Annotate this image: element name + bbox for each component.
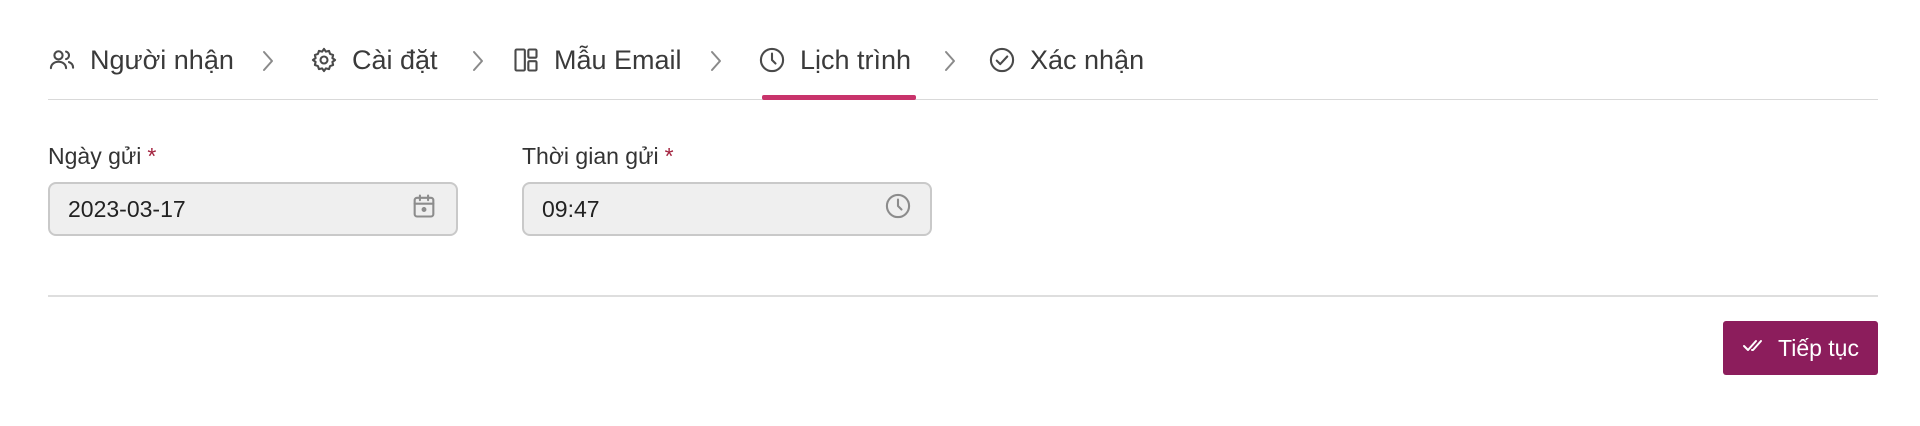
send-date-field: Ngày gửi * 2023-03-17	[48, 140, 458, 236]
send-time-field: Thời gian gửi * 09:47	[522, 140, 932, 236]
step-label: Người nhận	[90, 44, 234, 75]
send-time-input[interactable]: 09:47	[522, 182, 932, 236]
step-label: Lịch trình	[800, 44, 912, 75]
chevron-right-icon	[940, 48, 960, 74]
send-date-value: 2023-03-17	[68, 195, 186, 222]
step-recipients[interactable]: Người nhận	[48, 40, 234, 80]
send-time-label: Thời gian gửi *	[522, 140, 674, 172]
layout-template-icon	[512, 46, 540, 74]
continue-button-label: Tiếp tục	[1778, 334, 1859, 361]
clock-icon[interactable]	[884, 192, 912, 226]
send-date-label-text: Ngày gửi	[48, 143, 142, 169]
gear-icon	[310, 46, 338, 74]
clock-icon	[758, 46, 786, 74]
users-icon	[48, 46, 76, 74]
step-email-template[interactable]: Mẫu Email	[512, 40, 682, 80]
double-check-icon	[1742, 333, 1766, 363]
step-label: Cài đặt	[352, 44, 438, 75]
active-step-indicator	[762, 95, 916, 100]
send-date-input[interactable]: 2023-03-17	[48, 182, 458, 236]
required-mark: *	[147, 143, 157, 169]
check-circle-icon	[988, 46, 1016, 74]
step-label: Mẫu Email	[554, 44, 682, 75]
chevron-right-icon	[706, 48, 726, 74]
required-mark: *	[664, 143, 674, 169]
step-settings[interactable]: Cài đặt	[310, 40, 438, 80]
send-time-label-text: Thời gian gửi	[522, 143, 659, 169]
chevron-right-icon	[468, 48, 488, 74]
send-date-label: Ngày gửi *	[48, 140, 156, 172]
step-confirm[interactable]: Xác nhận	[988, 40, 1144, 80]
send-time-value: 09:47	[542, 195, 600, 222]
wizard-stepper: Người nhận Cài đặt Mẫu Email Lịch trình …	[48, 0, 1878, 100]
calendar-icon[interactable]	[410, 192, 438, 226]
form-divider	[48, 295, 1878, 297]
step-schedule[interactable]: Lịch trình	[758, 40, 911, 80]
continue-button[interactable]: Tiếp tục	[1723, 321, 1878, 375]
chevron-right-icon	[258, 48, 278, 74]
step-label: Xác nhận	[1030, 44, 1145, 75]
